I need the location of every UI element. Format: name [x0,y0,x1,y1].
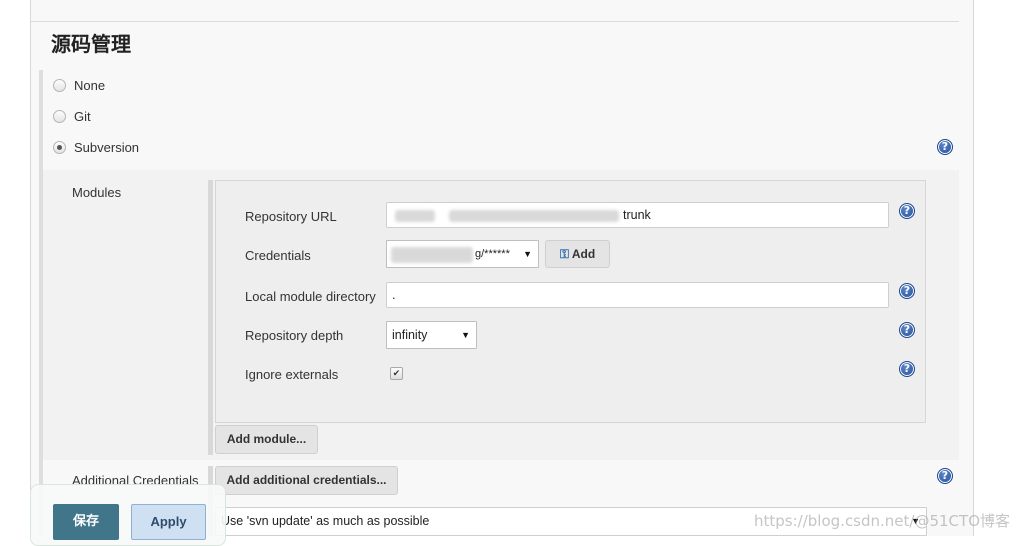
repository-depth-value: infinity [392,328,428,342]
local-module-directory-value: . [392,288,396,302]
module-box: Repository URL trunk ? Credentials g/***… [215,180,926,423]
check-out-strategy-value: Use 'svn update' as much as possible [221,514,430,528]
watermark: https://blog.csdn.net/@51CTO博客 [754,512,1010,530]
radio-option-git[interactable]: Git [53,109,91,124]
radio-button[interactable] [53,110,66,123]
ignore-externals-checkbox[interactable]: ✔ [390,367,403,380]
ignore-externals-label: Ignore externals [245,367,339,382]
add-credentials-button[interactable]: ⚿ Add [545,240,610,268]
save-button[interactable]: 保存 [53,504,119,540]
repository-url-label: Repository URL [245,209,337,224]
help-icon[interactable]: ? [899,203,915,219]
radio-label: Git [74,109,91,124]
repository-depth-select[interactable]: infinity ▼ [386,321,477,349]
credentials-label: Credentials [245,248,311,263]
radio-option-none[interactable]: None [53,78,105,93]
apply-button[interactable]: Apply [131,504,206,540]
radio-button[interactable] [53,79,66,92]
add-credentials-label: Add [571,247,596,261]
credentials-value: g/****** [475,248,510,260]
add-additional-credentials-button[interactable]: Add additional credentials... [215,466,398,495]
radio-label: None [74,78,106,93]
radio-button-selected[interactable] [53,141,66,154]
add-module-button[interactable]: Add module... [215,425,318,454]
help-icon[interactable]: ? [899,322,915,338]
modules-indent-bar [208,180,213,455]
config-page: 源码管理 None Git Subversion ? Modules Repos… [30,0,974,536]
help-icon[interactable]: ? [937,139,953,155]
key-icon: ⚿ [559,247,569,261]
repository-depth-label: Repository depth [245,328,344,343]
section-title: 源码管理 [51,32,131,56]
help-icon[interactable]: ? [899,283,915,299]
radio-label: Subversion [74,140,140,155]
chevron-down-icon: ▼ [523,249,532,259]
divider [31,21,959,22]
repository-url-value: trunk [623,208,651,222]
help-icon[interactable]: ? [937,468,953,484]
modules-label: Modules [72,185,122,200]
help-icon[interactable]: ? [899,361,915,377]
credentials-select[interactable]: g/****** ▼ [386,240,539,268]
chevron-down-icon: ▼ [461,330,470,340]
local-module-directory-label: Local module directory [245,289,376,304]
local-module-directory-input[interactable]: . [386,282,889,308]
radio-option-subversion[interactable]: Subversion [53,140,139,155]
repository-url-input[interactable]: trunk [386,202,889,228]
